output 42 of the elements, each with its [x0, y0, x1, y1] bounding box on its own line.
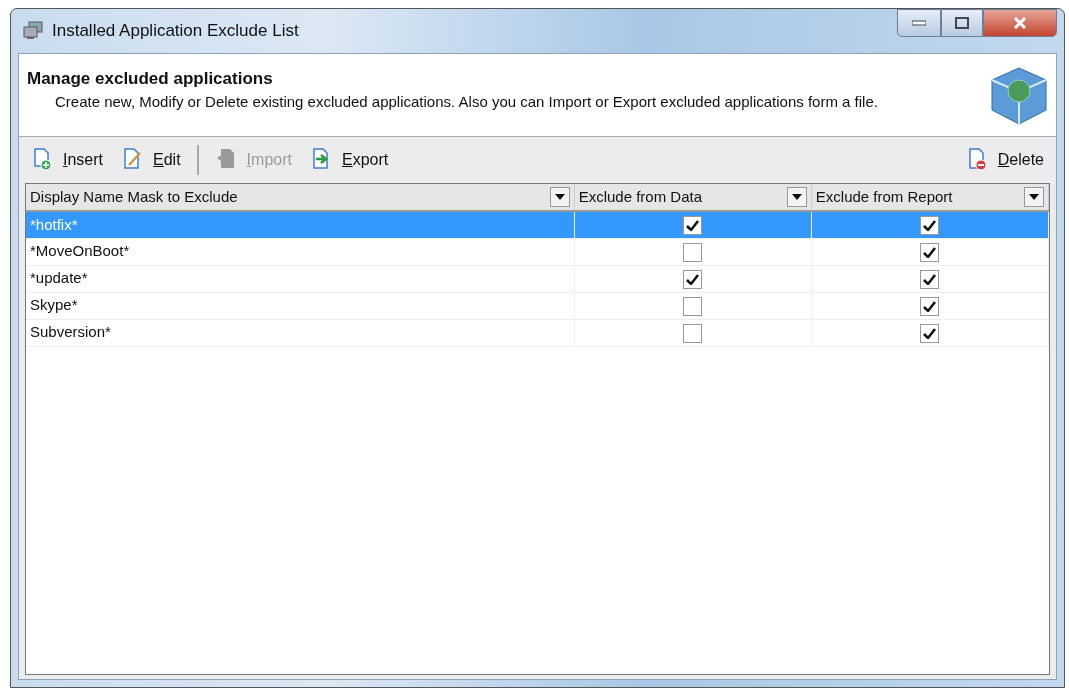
header-description: Create new, Modify or Delete existing excluded applications. Also you can Import or Export excluded applications form a file.	[54, 91, 879, 111]
checkbox[interactable]	[920, 269, 940, 289]
caret-down-icon	[554, 194, 565, 200]
minimize-icon	[912, 20, 926, 26]
insert-button[interactable]: Insert	[25, 146, 110, 174]
table-row[interactable]: Subversion*	[26, 319, 1049, 346]
checkbox[interactable]	[920, 242, 940, 262]
filter-dropdown-button[interactable]	[549, 187, 570, 207]
close-icon	[1013, 17, 1027, 29]
maximize-button[interactable]	[941, 9, 983, 37]
document-pencil-icon	[121, 148, 144, 172]
table-row[interactable]: *update*	[26, 265, 1049, 292]
cube-globe-icon	[990, 66, 1048, 126]
table-cell: Skype*	[26, 292, 575, 319]
table-row[interactable]: Skype*	[26, 292, 1049, 319]
table-cell: *hotfix*	[26, 211, 575, 238]
export-button[interactable]: Export	[303, 146, 395, 174]
checkbox[interactable]	[683, 242, 703, 262]
checkbox[interactable]	[683, 216, 703, 236]
checkbox[interactable]	[920, 296, 940, 316]
checkbox[interactable]	[683, 323, 703, 343]
window-title: Installed Application Exclude List	[52, 20, 299, 43]
maximize-icon	[955, 17, 969, 29]
filter-dropdown-button[interactable]	[786, 187, 807, 207]
close-button[interactable]	[983, 9, 1057, 37]
table-cell: *update*	[26, 265, 575, 292]
caret-down-icon	[791, 194, 802, 200]
filter-dropdown-button[interactable]	[1024, 187, 1044, 207]
edit-button[interactable]: Edit	[115, 146, 187, 174]
table-row[interactable]: *MoveOnBoot*	[26, 238, 1049, 265]
minimize-button[interactable]	[897, 9, 941, 37]
app-window-icon	[22, 21, 44, 41]
checkbox[interactable]	[920, 216, 940, 236]
caret-down-icon	[1029, 194, 1039, 200]
document-plus-icon	[31, 148, 53, 172]
header-title: Manage excluded applications	[27, 68, 274, 90]
checkbox[interactable]	[683, 269, 703, 289]
checkbox[interactable]	[683, 296, 703, 316]
checkbox[interactable]	[920, 323, 940, 343]
delete-button[interactable]: Delete	[959, 146, 1050, 174]
table-cell: Subversion*	[26, 319, 575, 346]
table-cell: *MoveOnBoot*	[26, 238, 575, 265]
